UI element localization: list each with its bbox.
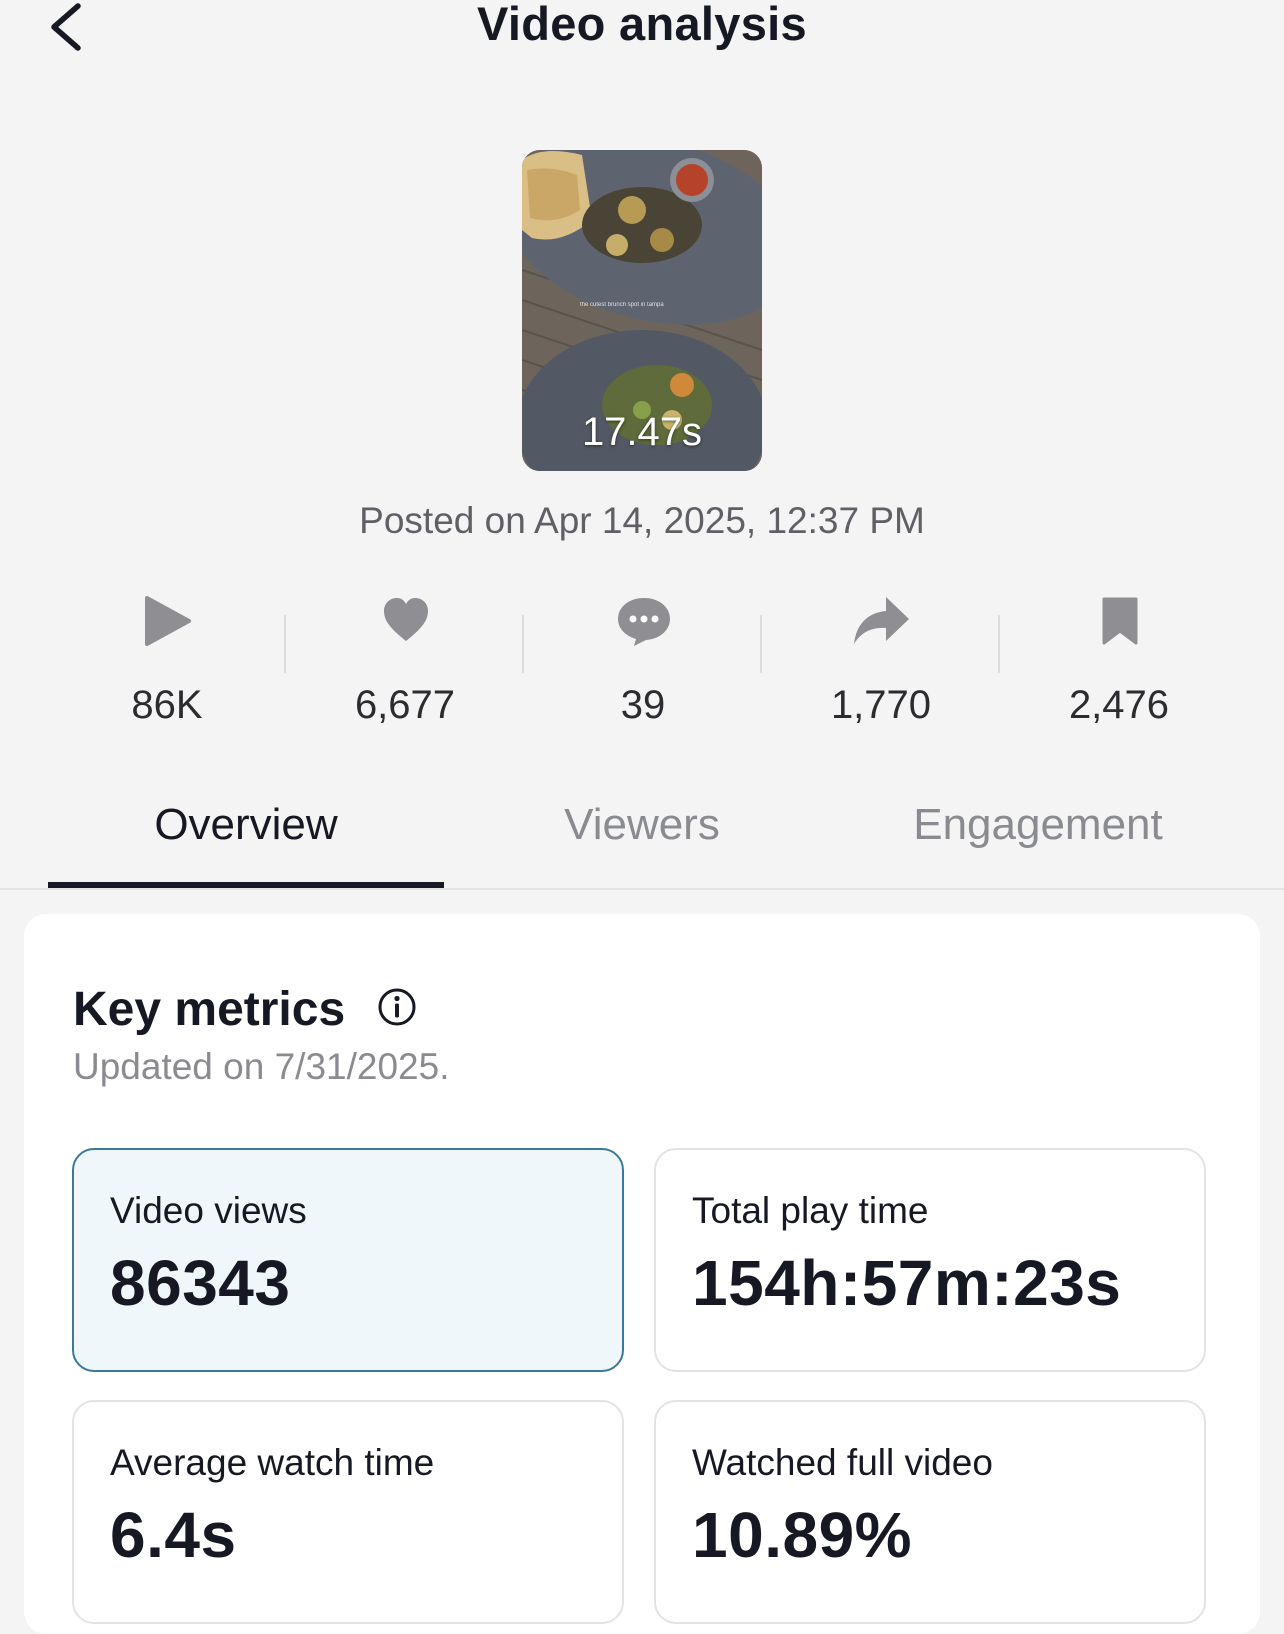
metric-watched-full-video[interactable]: Watched full video 10.89% xyxy=(654,1400,1206,1624)
metric-video-views[interactable]: Video views 86343 xyxy=(72,1148,624,1372)
heart-icon xyxy=(384,598,428,641)
share-icon xyxy=(854,597,909,644)
metric-value: 6.4s xyxy=(110,1499,237,1571)
stat-value: 6,677 xyxy=(354,683,456,727)
tab-overview[interactable]: Overview xyxy=(48,800,444,850)
stat-views: 86K xyxy=(48,595,286,735)
metric-label: Watched full video xyxy=(692,1442,993,1483)
key-metrics-title: Key metrics xyxy=(73,983,346,1036)
stat-saves: 2,476 xyxy=(1000,595,1238,735)
tab-bar: Overview Viewers Engagement xyxy=(0,770,1284,890)
stat-value: 1,770 xyxy=(830,683,932,727)
metric-total-play-time[interactable]: Total play time 154h:57m:23s xyxy=(654,1148,1206,1372)
stat-value: 86K xyxy=(131,683,203,727)
key-metrics-card: Key metrics Updated on 7/31/2025. Video … xyxy=(24,914,1260,1634)
play-icon xyxy=(145,596,191,646)
stats-row: 86K 6,677 39 1,770 2,476 xyxy=(48,595,1238,735)
active-tab-indicator xyxy=(48,882,444,888)
page-title: Video analysis xyxy=(477,0,807,50)
metric-label: Average watch time xyxy=(110,1442,435,1483)
metric-value: 154h:57m:23s xyxy=(692,1247,1122,1319)
video-thumbnail[interactable]: the cutest brunch spot in tampa 17.47s xyxy=(522,150,762,471)
metric-value: 10.89% xyxy=(692,1499,913,1571)
info-icon[interactable] xyxy=(376,986,418,1028)
metric-average-watch-time[interactable]: Average watch time 6.4s xyxy=(72,1400,624,1624)
video-duration: 17.47s xyxy=(581,410,703,454)
tab-viewers[interactable]: Viewers xyxy=(444,800,840,850)
bookmark-icon xyxy=(1102,597,1138,645)
metric-label: Total play time xyxy=(692,1190,929,1231)
stat-value: 39 xyxy=(620,683,666,727)
updated-date: Updated on 7/31/2025. xyxy=(73,1046,450,1087)
comment-icon xyxy=(618,598,670,646)
stat-value: 2,476 xyxy=(1068,683,1170,727)
header: Video analysis xyxy=(0,0,1284,70)
tab-engagement[interactable]: Engagement xyxy=(840,800,1236,850)
metric-value: 86343 xyxy=(110,1247,291,1319)
stat-comments: 39 xyxy=(524,595,762,735)
stat-likes: 6,677 xyxy=(286,595,524,735)
stat-shares: 1,770 xyxy=(762,595,1000,735)
metric-label: Video views xyxy=(110,1190,307,1231)
video-overlay-caption: the cutest brunch spot in tampa xyxy=(580,302,664,308)
posted-date: Posted on Apr 14, 2025, 12:37 PM xyxy=(359,500,925,541)
